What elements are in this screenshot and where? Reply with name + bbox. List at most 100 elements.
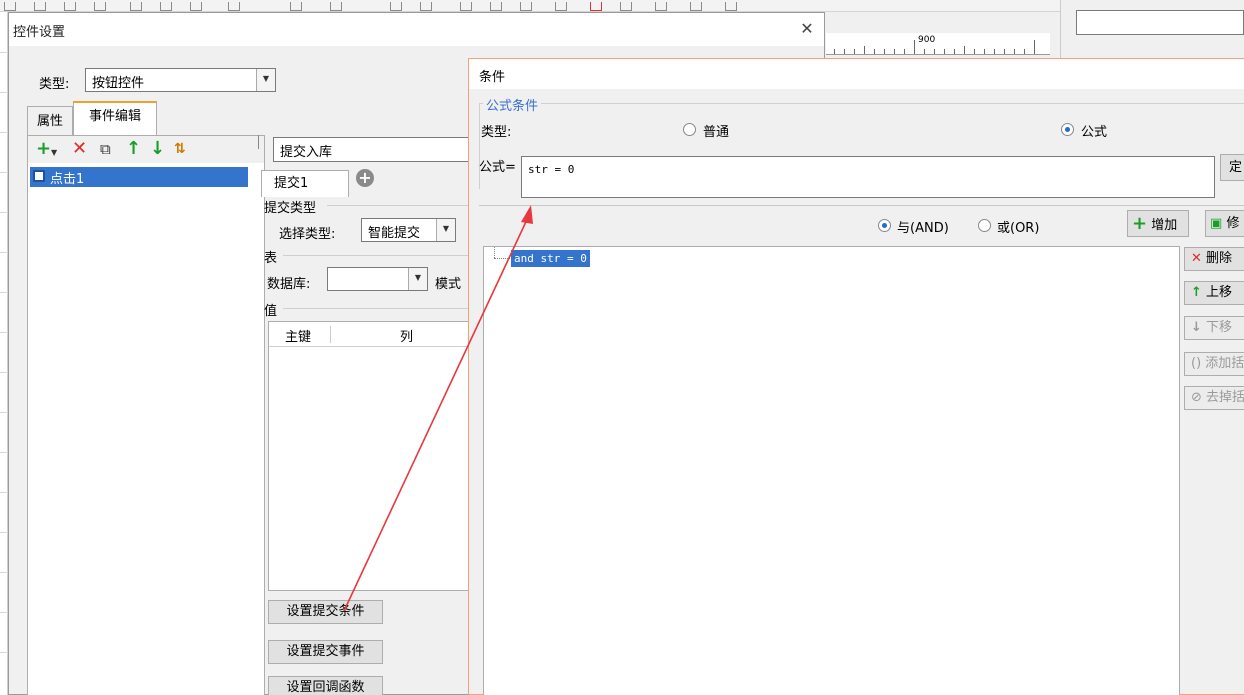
add-tab-icon[interactable]: + — [356, 169, 374, 187]
dialog-title: 条件 — [479, 70, 506, 85]
toolbar-icon — [130, 2, 142, 11]
set-submit-event-button[interactable]: 设置提交事件 — [268, 640, 383, 664]
toolbar-icon — [725, 2, 737, 11]
formula-label: 公式= — [479, 160, 516, 175]
modify-button[interactable]: ▣ 修 — [1205, 210, 1244, 237]
toolbar-icon — [4, 2, 16, 11]
column-header-primary-key[interactable]: 主键 — [285, 326, 311, 345]
add-icon[interactable]: + — [36, 139, 51, 159]
move-down-label: 下移 — [1206, 320, 1233, 335]
toolbar-icon — [64, 2, 76, 11]
type-select[interactable]: 按钮控件 ▼ — [85, 68, 276, 92]
radio-normal[interactable] — [683, 123, 696, 136]
radio-formula-label: 公式 — [1081, 125, 1108, 140]
set-submit-condition-button[interactable]: 设置提交条件 — [268, 600, 383, 624]
event-item-label: 点击1 — [50, 172, 85, 187]
event-icon — [33, 170, 45, 182]
radio-or-label: 或(OR) — [997, 221, 1040, 236]
background-ruler — [826, 33, 1050, 55]
toolbar-icon — [160, 2, 172, 11]
add-parenthesis-label: 添加括号 — [1205, 356, 1244, 371]
splitter-handle[interactable] — [258, 135, 261, 149]
event-edit-panel: + ▼ ✕ ⧉ ↑ ↓ ⇅ 点击1 — [27, 135, 265, 695]
submit-type-value: 提交入库 — [280, 145, 333, 160]
column-header-column[interactable]: 列 — [400, 326, 413, 345]
radio-and[interactable] — [878, 219, 891, 232]
delete-button[interactable]: ✕ 删除 — [1184, 247, 1244, 271]
type-select-value: 按钮控件 — [92, 76, 145, 91]
add-button-label: 增加 — [1151, 218, 1178, 233]
sort-icon[interactable]: ⇅ — [174, 139, 186, 159]
arrow-down-icon: ↓ — [1191, 320, 1202, 335]
toolbar-icon — [490, 2, 502, 11]
condition-dialog: 条件 公式条件 类型: 普通 公式 公式= str = 0 定 与(AND) 或… — [468, 58, 1244, 695]
smart-submit-select[interactable]: 智能提交 ▼ — [361, 218, 456, 242]
values-table-header: 主键 列 — [269, 322, 477, 347]
move-up-button[interactable]: ↑ 上移 — [1184, 281, 1244, 305]
toolbar-icon — [655, 2, 667, 11]
toolbar-icon — [555, 2, 567, 11]
mode-label: 模式 — [435, 277, 462, 292]
delete-icon[interactable]: ✕ — [72, 139, 87, 159]
background-toolbar — [0, 0, 1244, 12]
toolbar-icon — [620, 2, 632, 11]
remove-parenthesis-label: 去掉括号 — [1206, 390, 1244, 405]
background-left-strip — [0, 12, 8, 695]
tree-node-condition[interactable]: and str = 0 — [511, 250, 590, 267]
radio-normal-label: 普通 — [703, 125, 730, 140]
define-button[interactable]: 定 — [1220, 154, 1244, 181]
group-submit-type: 提交类型 — [264, 201, 317, 216]
dialog-titlebar: 控件设置 ✕ — [9, 13, 824, 46]
plus-icon: + — [1132, 213, 1148, 234]
ruler-label: 900 — [918, 35, 936, 45]
toolbar-icon — [520, 2, 532, 11]
toolbar-icon — [190, 2, 202, 11]
chevron-down-icon[interactable]: ▼ — [436, 219, 455, 241]
arrow-up-icon[interactable]: ↑ — [126, 139, 141, 159]
formula-input[interactable]: str = 0 — [521, 156, 1215, 198]
remove-parenthesis-button[interactable]: ⊘ 去掉括号 — [1184, 386, 1244, 410]
database-select[interactable]: ▼ — [327, 267, 428, 291]
smart-submit-value: 智能提交 — [368, 226, 421, 241]
database-label: 数据库: — [267, 277, 311, 292]
toolbar-icon — [290, 2, 302, 11]
tab-properties[interactable]: 属性 — [27, 106, 73, 135]
toolbar-icon — [390, 2, 402, 11]
radio-or[interactable] — [978, 219, 991, 232]
set-callback-button[interactable]: 设置回调函数 — [268, 676, 383, 695]
add-button[interactable]: + 增加 — [1127, 210, 1189, 237]
add-parenthesis-button[interactable]: () 添加括号 — [1184, 352, 1244, 376]
background-right-input[interactable] — [1076, 10, 1244, 35]
toolbar-icon — [420, 2, 432, 11]
group-values: 值 — [264, 304, 278, 319]
arrow-down-icon[interactable]: ↓ — [150, 139, 165, 159]
event-toolbar: + ▼ ✕ ⧉ ↑ ↓ ⇅ — [28, 136, 264, 163]
close-icon[interactable]: ✕ — [796, 18, 818, 40]
select-type-label: 选择类型: — [279, 227, 336, 242]
formula-value: str = 0 — [528, 163, 575, 176]
toolbar-icon — [228, 2, 240, 11]
condition-type-label: 类型: — [481, 125, 512, 140]
values-table: 主键 列 — [268, 321, 478, 591]
chevron-down-icon[interactable]: ▼ — [51, 143, 57, 163]
arrow-up-icon: ↑ — [1191, 285, 1202, 300]
tab-submit1[interactable]: 提交1 — [261, 170, 349, 197]
toolbar-icon — [690, 2, 702, 11]
copy-icon[interactable]: ⧉ — [100, 139, 111, 159]
type-label: 类型: — [39, 77, 70, 92]
toolbar-icon — [330, 2, 342, 11]
delete-button-label: 删除 — [1206, 251, 1233, 266]
chevron-down-icon[interactable]: ▼ — [256, 69, 275, 91]
parenthesis-icon: () — [1191, 356, 1202, 371]
tab-event-edit[interactable]: 事件编辑 — [73, 101, 157, 136]
dialog-title: 控件设置 — [13, 25, 66, 40]
event-item-click1[interactable]: 点击1 — [30, 167, 248, 187]
chevron-down-icon[interactable]: ▼ — [408, 268, 427, 290]
formula-condition-group-label: 公式条件 — [483, 95, 542, 114]
toolbar-icon — [34, 2, 46, 11]
radio-formula[interactable] — [1061, 123, 1074, 136]
toolbar-icon — [460, 2, 472, 11]
dialog-titlebar: 条件 — [469, 59, 1244, 89]
move-up-label: 上移 — [1206, 285, 1233, 300]
move-down-button[interactable]: ↓ 下移 — [1184, 316, 1244, 340]
